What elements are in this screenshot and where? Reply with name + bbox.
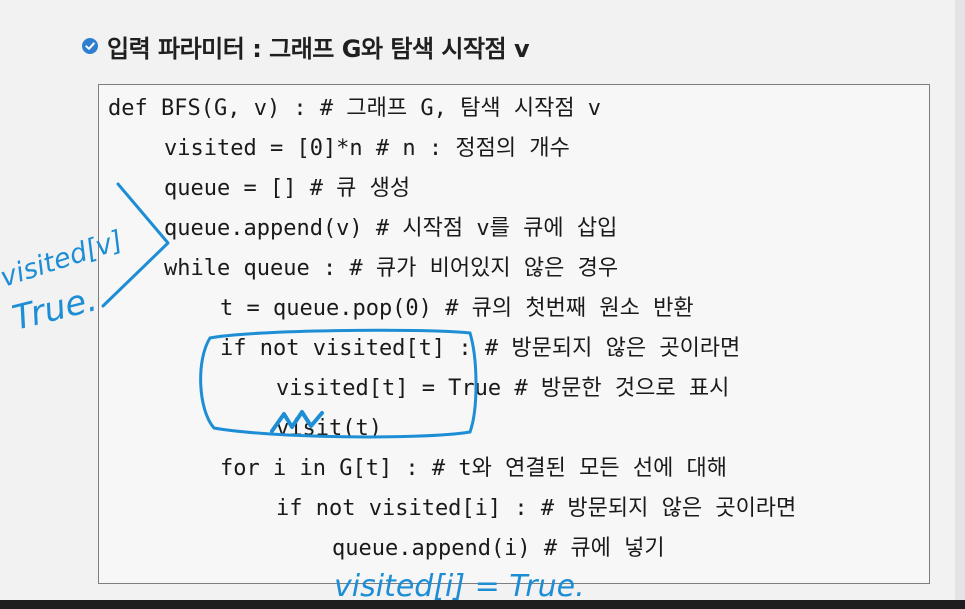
left-note-line2: True. (9, 279, 102, 338)
slide-title: 입력 파라미터 : 그래프 G와 탐색 시작점 v (107, 34, 530, 63)
window-edge (955, 0, 965, 609)
code-line: queue = [] # 큐 생성 (164, 176, 411, 201)
code-line: for i in G[t] : # t와 연결된 모든 선에 대해 (220, 456, 728, 481)
code-line: t = queue.pop(0) # 큐의 첫번째 원소 반환 (220, 296, 694, 321)
code-line: queue.append(v) # 시작점 v를 큐에 삽입 (164, 216, 618, 241)
bottom-bar (0, 600, 965, 609)
code-block: def BFS(G, v) : # 그래프 G, 탐색 시작점 v visite… (98, 84, 930, 584)
code-line: if not visited[i] : # 방문되지 않은 곳이라면 (276, 496, 797, 521)
code-line: queue.append(i) # 큐에 넣기 (332, 536, 665, 561)
code-line: visited = [0]*n # n : 정점의 개수 (164, 136, 570, 161)
code-line: if not visited[t] : # 방문되지 않은 곳이라면 (220, 336, 741, 361)
title-row: 입력 파라미터 : 그래프 G와 탐색 시작점 v (82, 26, 530, 66)
check-circle-icon (82, 38, 98, 54)
lecture-slide: 입력 파라미터 : 그래프 G와 탐색 시작점 v def BFS(G, v) … (0, 0, 965, 609)
code-line: visited[t] = True # 방문한 것으로 표시 (276, 376, 730, 401)
code-line: while queue : # 큐가 비어있지 않은 경우 (164, 256, 619, 281)
code-line: visit(t) (276, 416, 382, 441)
code-line: def BFS(G, v) : # 그래프 G, 탐색 시작점 v (108, 96, 602, 121)
